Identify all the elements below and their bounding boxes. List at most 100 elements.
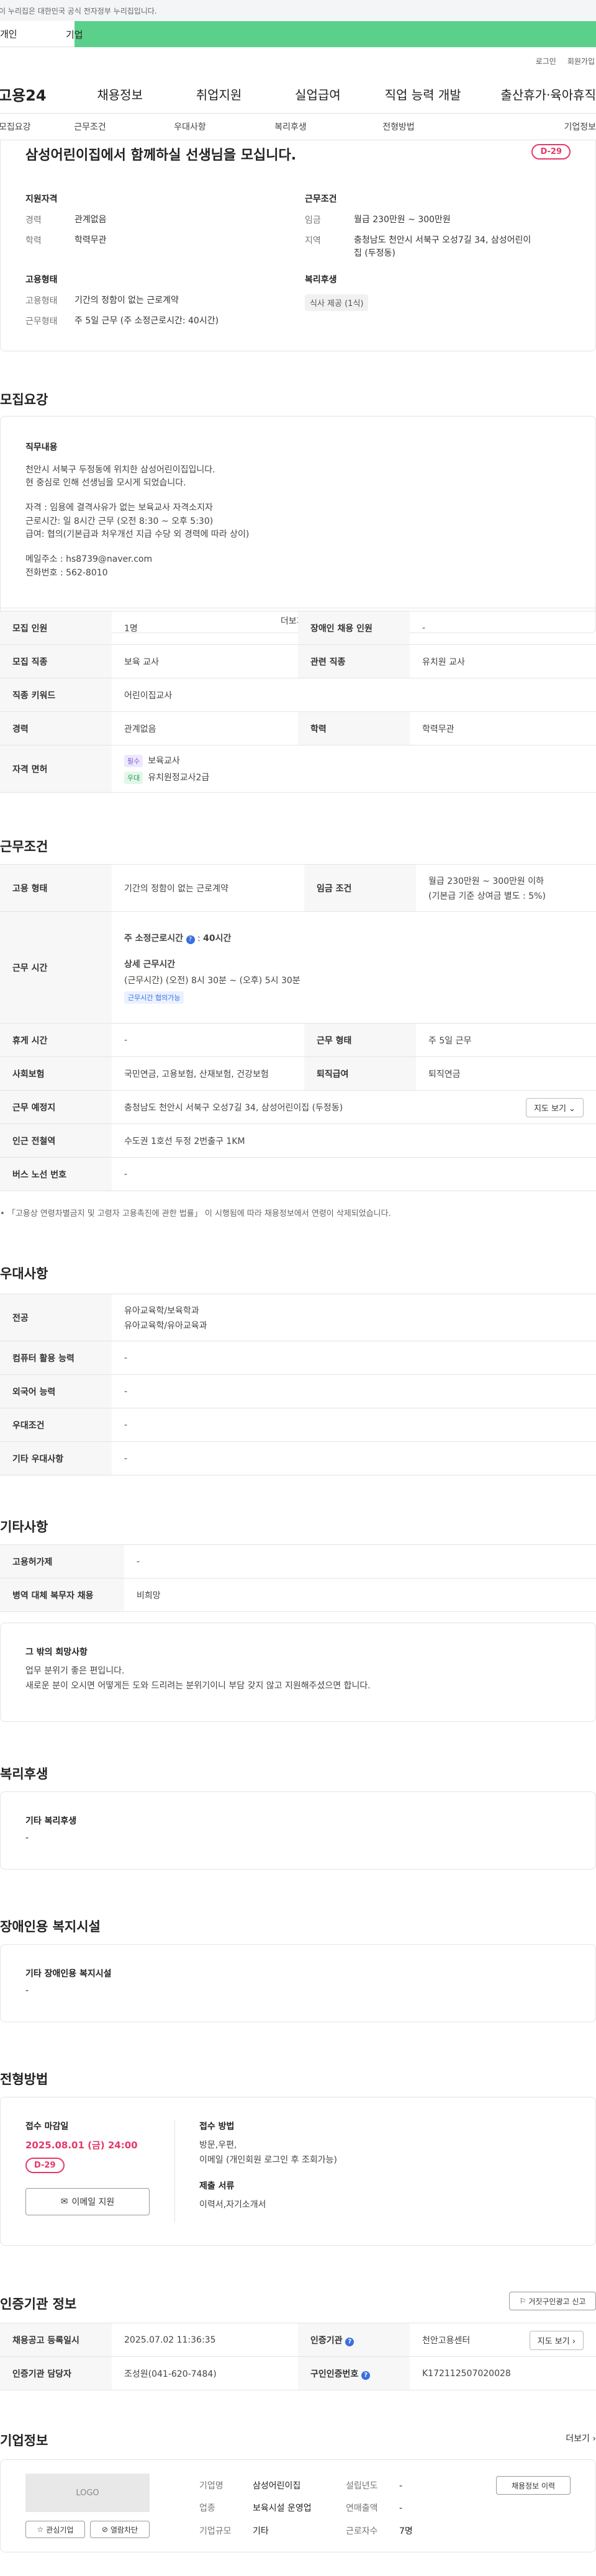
c-hours-value: 주 소정근로시간 ? : 40시간 상세 근무시간 (근무시간) (오전) 8시… xyxy=(112,911,596,1024)
company-more-link[interactable]: 더보기 › xyxy=(566,2432,596,2444)
subnav-company[interactable]: 기업정보 xyxy=(452,120,596,133)
eps-label: 고용허가제 xyxy=(0,1544,124,1578)
summary-welfare: 복리후생 식사 제공 (1식) xyxy=(305,273,491,311)
method-title: 접수 방법 xyxy=(199,2122,235,2132)
military-value: 비희망 xyxy=(124,1578,596,1612)
nav-item-training[interactable]: 직업 능력 개발 xyxy=(361,85,485,103)
tab-personal[interactable]: 개인 xyxy=(0,21,74,47)
summary-card: 삼성어린이집에서 함께하실 선생님을 모십니다. D-29 지원자격 경력 관계없… xyxy=(0,140,596,351)
hope-title: 그 밖의 희망사항 xyxy=(25,1647,88,1657)
section-nav: 모집요강 근무조건 우대사항 복리후생 전형방법 기업정보 xyxy=(0,113,596,140)
license-name: 유치원정교사2급 xyxy=(148,772,210,783)
report-button[interactable]: ⚐ 거짓구인광고 신고 xyxy=(509,2292,596,2310)
career-label: 경력 xyxy=(25,215,42,225)
welfare-value: - xyxy=(25,1833,29,1843)
welfare-heading: 복리후생 xyxy=(305,275,337,285)
bus-value: - xyxy=(112,1157,596,1191)
org-value: 천안고용센터 지도 보기 › xyxy=(410,2323,596,2357)
major-label: 전공 xyxy=(0,1294,112,1341)
block-button[interactable]: ⊘ 열람차단 xyxy=(90,2521,150,2538)
fav-button[interactable]: ☆ 관심기업 xyxy=(25,2521,85,2538)
subnav-recruit[interactable]: 모집요강 xyxy=(0,120,36,133)
retire-value: 퇴직연금 xyxy=(416,1056,596,1091)
summary-qualification: 지원자격 경력 관계없음 학력 학력무관 xyxy=(25,192,274,254)
insurance-label: 사회보험 xyxy=(0,1056,112,1091)
info-icon[interactable]: ? xyxy=(345,2337,354,2346)
company-logo: LOGO xyxy=(25,2474,150,2512)
count-value: 1명 xyxy=(112,611,298,645)
nav-item-jobs[interactable]: 채용정보 xyxy=(76,85,163,103)
chevron-down-icon: ⌄ xyxy=(569,1104,576,1114)
deadline-value: 2025.08.01 (금) 24:00 xyxy=(25,2140,138,2151)
lang-label: 외국어 능력 xyxy=(0,1374,112,1408)
age-notice: • 「고용상 연령차별금지 및 고령자 고용촉진에 관한 법률」 이 시행됨에 … xyxy=(0,1209,391,1218)
pc-value: - xyxy=(112,1341,596,1375)
cond-value: - xyxy=(112,1408,596,1442)
license-label: 자격 면허 xyxy=(0,745,112,793)
cert-num-value: K172112507020028 xyxy=(410,2356,596,2390)
email-apply-label: 이메일 지원 xyxy=(71,2197,115,2207)
agency-map-label: 지도 보기 xyxy=(537,2337,570,2346)
emptype-value: 기간의 정함이 없는 근로계약 xyxy=(74,295,179,305)
major-line: 유아교육학/유아교육과 xyxy=(124,1320,207,1331)
method-line: 방문,우편, xyxy=(199,2140,237,2150)
conditions-heading: 근무조건 xyxy=(305,194,337,204)
condition-heading: 근무조건 xyxy=(0,839,48,854)
disab-label: 장애인 채용 인원 xyxy=(298,611,410,645)
nav-item-leave[interactable]: 출산휴가·육아휴직 xyxy=(485,85,596,103)
org-label: 인증기관 ? xyxy=(298,2323,410,2357)
job-line: 근로시간: 일 8시간 근무 (오전 8:30 ~ 오후 5:30) xyxy=(25,516,214,526)
weekly-value: 40시간 xyxy=(203,933,232,943)
recruit-heading: 모집요강 xyxy=(0,392,48,407)
job-line: 현 중심로 인해 선생님을 모시게 되었습니다. xyxy=(25,478,186,489)
hope-line: 새로운 분이 오시면 어떻게든 도와 드리려는 분위기이니 부담 갖지 않고 지… xyxy=(25,1680,371,1691)
subnav-prefer[interactable]: 우대사항 xyxy=(144,120,236,133)
join-link[interactable]: 회원가입 xyxy=(567,56,595,66)
info-icon[interactable]: ? xyxy=(186,935,195,944)
job-line: 메일주소 : hs8739@naver.com xyxy=(25,554,153,565)
required-tag: 필수 xyxy=(124,754,143,767)
process-box: 접수 마감일 2025.08.01 (금) 24:00 D-29 ✉ 이메일 지원… xyxy=(0,2097,596,2246)
wage-line: (기본급 기준 상여금 별도 : 5%) xyxy=(428,891,546,901)
info-icon[interactable]: ? xyxy=(361,2371,371,2380)
divider xyxy=(174,2120,175,2223)
jobtype-value: 보육 교사 xyxy=(112,644,298,678)
gov-banner-text: 이 누리집은 대한민국 공식 전자정부 누리집입니다. xyxy=(0,6,157,16)
tab-company[interactable]: 기업 xyxy=(66,21,596,47)
nav-item-unemployment[interactable]: 실업급여 xyxy=(274,85,361,103)
license-name: 보육교사 xyxy=(148,755,180,766)
subnav-condition[interactable]: 근무조건 xyxy=(36,120,144,133)
wage-label: 임금 xyxy=(305,215,321,225)
license-value: 필수 보육교사 우대 유치원정교사2급 xyxy=(112,745,596,793)
job-history-button[interactable]: 채용정보 이력 xyxy=(496,2476,571,2495)
welfare-chip: 식사 제공 (1식) xyxy=(305,294,369,311)
site-logo[interactable]: 고용24 xyxy=(0,83,76,105)
agency-map-button[interactable]: 지도 보기 › xyxy=(529,2331,584,2350)
c-wage-label: 임금 조건 xyxy=(304,864,416,912)
subway-label: 인근 전철역 xyxy=(0,1124,112,1158)
report-label: 거짓구인광고 신고 xyxy=(528,2297,586,2306)
tab-company-label: 기업 xyxy=(66,29,83,40)
flex-badge: 근무시간 협의가능 xyxy=(124,991,184,1004)
keyword-value: 어린이집교사 xyxy=(112,678,596,712)
t-career-label: 경력 xyxy=(0,711,112,745)
rest-value: - xyxy=(112,1023,304,1057)
emptype-label: 고용형태 xyxy=(25,296,58,306)
sales-value: - xyxy=(399,2503,403,2514)
insurance-value: 국민연금, 고용보험, 산재보험, 건강보험 xyxy=(112,1056,304,1091)
subnav-welfare[interactable]: 복리후생 xyxy=(236,120,345,133)
t-edu-label: 학력 xyxy=(298,711,410,745)
disability-heading: 장애인용 복지시설 xyxy=(0,1919,101,1934)
nav-item-employment-support[interactable]: 취업지원 xyxy=(163,85,274,103)
biz-value: 보육시설 운영업 xyxy=(253,2503,312,2514)
job-line: 급여: 협의(기본급과 처우개선 지급 수당 외 경력에 따라 상이) xyxy=(25,529,250,540)
agency-table: 채용공고 등록일시 2025.07.02 11:36:35 인증기관 ? 천안고… xyxy=(0,2323,596,2390)
map-button[interactable]: 지도 보기 ⌄ xyxy=(525,1098,584,1117)
login-link[interactable]: 로그인 xyxy=(536,56,556,66)
method-line: 이메일 (개인회원 로그인 후 조회가능) xyxy=(199,2155,337,2165)
gov-banner: 이 누리집은 대한민국 공식 전자정부 누리집입니다. xyxy=(0,0,596,21)
lang-value: - xyxy=(112,1374,596,1408)
job-line: 천안시 서북구 두정동에 위치한 삼성어린이집입니다. xyxy=(25,464,215,475)
email-apply-button[interactable]: ✉ 이메일 지원 xyxy=(25,2188,150,2215)
subnav-process[interactable]: 전형방법 xyxy=(345,120,452,133)
